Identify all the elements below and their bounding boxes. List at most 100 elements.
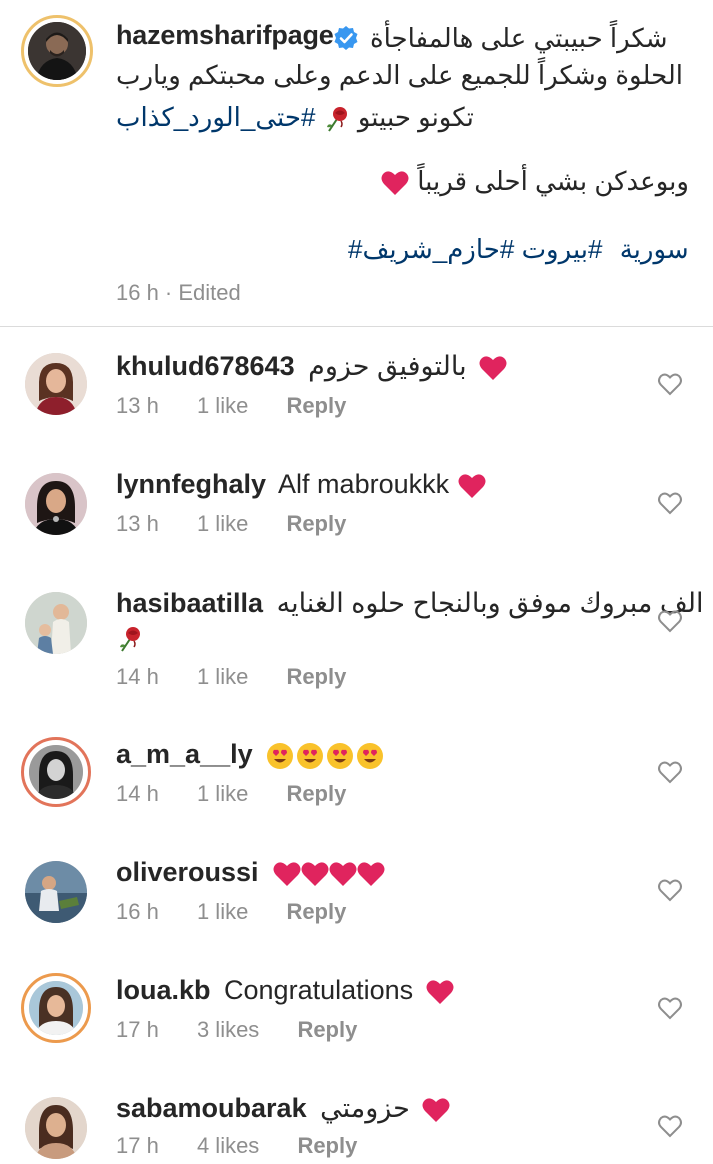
- like-heart-outline-icon[interactable]: [657, 995, 683, 1021]
- hashtag-link[interactable]: #بيروت: [522, 234, 603, 264]
- heart-eyes-emoji-icon: [326, 742, 354, 770]
- comment-line: loua.kb Congratulations: [116, 973, 646, 1007]
- heart-eyes-emoji-icon: [296, 742, 324, 770]
- heart-eyes-emoji-icon: [266, 742, 294, 770]
- red-heart-icon: [356, 859, 386, 889]
- reply-button[interactable]: Reply: [297, 1133, 357, 1158]
- commenter-username[interactable]: loua.kb: [116, 975, 211, 1005]
- post-author-photo: [28, 22, 86, 80]
- comment-body: sabamoubarak حزومتي 17 h 4 likes Reply: [116, 1091, 646, 1159]
- comment-likes-count[interactable]: 3 likes: [197, 1017, 259, 1042]
- commenter-avatar[interactable]: [21, 1093, 91, 1163]
- caption-text-segment: وبوعدكن بشي أحلى قريباً: [417, 166, 689, 196]
- reply-button[interactable]: Reply: [286, 781, 346, 806]
- commenter-avatar[interactable]: [21, 469, 91, 539]
- comment-line: hasibaatilla الف مبروك موفق وبالنجاح حلو…: [116, 586, 704, 620]
- commenter-username[interactable]: hasibaatilla: [116, 588, 263, 618]
- post-caption: hazemsharifpage شكراً حبيبتي على هالمفاج…: [0, 0, 713, 327]
- commenter-photo: [29, 745, 83, 799]
- post-author-avatar[interactable]: [21, 15, 93, 87]
- caption-line-4: وبوعدكن بشي أحلى قريباً: [376, 164, 689, 198]
- comment-item: hasibaatilla الف مبروك موفق وبالنجاح حلو…: [0, 586, 713, 736]
- comment-timestamp: 17 h: [116, 1133, 159, 1158]
- verified-badge-icon: [333, 25, 359, 51]
- reply-button[interactable]: Reply: [297, 1017, 357, 1042]
- commenter-photo: [25, 353, 87, 415]
- commenter-photo: [25, 1097, 87, 1159]
- commenter-username[interactable]: lynnfeghaly: [116, 469, 266, 499]
- comment-timestamp: 16 h: [116, 899, 159, 924]
- comment-timestamp: 14 h: [116, 781, 159, 806]
- reply-button[interactable]: Reply: [286, 393, 346, 418]
- comment-likes-count[interactable]: 4 likes: [197, 1133, 259, 1158]
- comment-item: khulud678643 بالتوفيق حزوم 13 h 1 like R…: [0, 349, 713, 467]
- comment-timestamp: 14 h: [116, 664, 159, 689]
- comment-meta: 14 h 1 like Reply: [116, 664, 646, 690]
- hashtag-link[interactable]: #حازم_شريف: [362, 234, 514, 264]
- red-heart-icon: [425, 977, 455, 1007]
- commenter-photo: [25, 861, 87, 923]
- comment-likes-count[interactable]: 1 like: [197, 664, 248, 689]
- like-heart-outline-icon[interactable]: [657, 608, 683, 634]
- commenter-username[interactable]: oliveroussi: [116, 857, 259, 887]
- comment-meta: 14 h 1 like Reply: [116, 781, 646, 807]
- comment-body: lynnfeghaly Alf mabroukkk 13 h 1 like Re…: [116, 467, 646, 537]
- comment-text: حزومتي: [320, 1093, 410, 1123]
- red-heart-icon: [272, 859, 302, 889]
- reply-button[interactable]: Reply: [286, 511, 346, 536]
- commenter-username[interactable]: sabamoubarak: [116, 1093, 307, 1123]
- like-heart-outline-icon[interactable]: [657, 759, 683, 785]
- like-heart-outline-icon[interactable]: [657, 490, 683, 516]
- comment-line: sabamoubarak حزومتي: [116, 1091, 646, 1125]
- red-heart-icon: [421, 1095, 451, 1125]
- comment-body: khulud678643 بالتوفيق حزوم 13 h 1 like R…: [116, 349, 646, 419]
- comment-line: lynnfeghaly Alf mabroukkk: [116, 467, 646, 501]
- reply-button[interactable]: Reply: [286, 664, 346, 689]
- caption-hashtags: #سورية #بيروت #حازم_شريف: [348, 232, 703, 266]
- commenter-photo: [25, 473, 87, 535]
- commenter-avatar[interactable]: [21, 588, 91, 658]
- commenter-photo: [25, 592, 87, 654]
- comment-text: Alf mabroukkk: [278, 469, 450, 499]
- post-username[interactable]: hazemsharifpage: [116, 20, 334, 51]
- comment-timestamp: 13 h: [116, 511, 159, 536]
- comment-likes-count[interactable]: 1 like: [197, 393, 248, 418]
- comment-body: loua.kb Congratulations 17 h 3 likes Rep…: [116, 973, 646, 1043]
- comment-meta: 16 h 1 like Reply: [116, 899, 646, 925]
- comment-likes-count[interactable]: 1 like: [197, 899, 248, 924]
- commenter-avatar[interactable]: [21, 737, 91, 807]
- reply-button[interactable]: Reply: [286, 899, 346, 924]
- post-timestamp: 16 h · Edited: [116, 280, 241, 305]
- commenter-avatar[interactable]: [21, 349, 91, 419]
- comment-body: a_m_a__ly 14 h 1 like Reply: [116, 737, 646, 807]
- comment-text: Congratulations: [224, 975, 414, 1005]
- comment-likes-count[interactable]: 1 like: [197, 781, 248, 806]
- comment-timestamp: 17 h: [116, 1017, 159, 1042]
- red-heart-icon: [380, 168, 410, 198]
- comment-timestamp: 13 h: [116, 393, 159, 418]
- commenter-username[interactable]: khulud678643: [116, 351, 295, 381]
- like-heart-outline-icon[interactable]: [657, 371, 683, 397]
- hashtag-link[interactable]: #حتى_الورد_كذاب: [116, 102, 315, 132]
- caption-line-3: تكونو حبيتو #حتى_الورد_كذاب: [116, 100, 474, 134]
- section-divider: [0, 326, 713, 327]
- comment-body: hasibaatilla الف مبروك موفق وبالنجاح حلو…: [116, 586, 704, 690]
- wilted-rose-icon: [116, 625, 144, 653]
- caption-line-2: الحلوة وشكراً للجميع على الدعم وعلى محبت…: [116, 60, 684, 90]
- comment-item: loua.kb Congratulations 17 h 3 likes Rep…: [0, 973, 713, 1091]
- like-heart-outline-icon[interactable]: [657, 877, 683, 903]
- commenter-avatar[interactable]: [21, 973, 91, 1043]
- comment-likes-count[interactable]: 1 like: [197, 511, 248, 536]
- comment-meta: 17 h 3 likes Reply: [116, 1017, 646, 1043]
- comment-line: khulud678643 بالتوفيق حزوم: [116, 349, 646, 383]
- comment-text: بالتوفيق حزوم: [308, 351, 467, 381]
- red-heart-icon: [328, 859, 358, 889]
- wilted-rose-icon: [323, 105, 351, 133]
- comment-line-continued: [116, 620, 646, 654]
- comment-body: oliveroussi 16 h 1 like Reply: [116, 855, 646, 925]
- commenter-avatar[interactable]: [21, 857, 91, 927]
- like-heart-outline-icon[interactable]: [657, 1113, 683, 1139]
- caption-text-segment: تكونو حبيتو: [357, 102, 474, 132]
- commenter-username[interactable]: a_m_a__ly: [116, 739, 253, 769]
- commenter-photo: [29, 981, 83, 1035]
